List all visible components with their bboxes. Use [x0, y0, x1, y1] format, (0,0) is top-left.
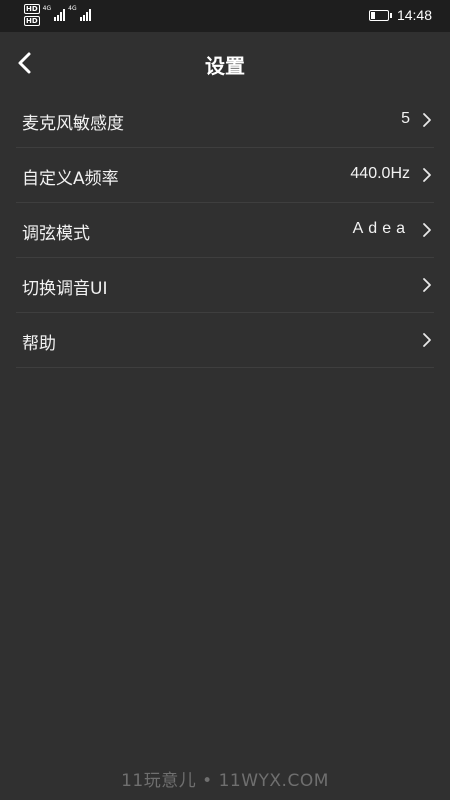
settings-item-mic-sensitivity[interactable]: 麦克风敏感度 5	[16, 93, 434, 148]
network-type-1: 4G	[42, 5, 52, 12]
status-time: 14:48	[396, 7, 432, 23]
signal-indicators: HD HD 4G 4G	[24, 4, 91, 26]
settings-item-label: 帮助	[22, 334, 56, 354]
chevron-right-icon	[423, 168, 431, 182]
settings-item-tuning-mode[interactable]: 调弦模式 Adea	[16, 203, 434, 258]
battery-level	[370, 11, 376, 19]
hd-badge-2: HD	[24, 16, 40, 26]
settings-item-label: 麦克风敏感度	[22, 114, 124, 134]
signal-icon-2	[79, 8, 91, 21]
watermark: 11玩意儿 • 11WYX.COM	[121, 771, 329, 791]
app-header: 设置	[0, 32, 450, 94]
chevron-right-icon	[423, 113, 431, 127]
battery-icon	[368, 9, 392, 21]
chevron-right-icon	[423, 333, 431, 347]
network-type-2: 4G	[68, 5, 77, 12]
signal-icon	[54, 8, 66, 21]
settings-item-switch-tuner-ui[interactable]: 切换调音UI	[16, 258, 434, 313]
settings-list: 麦克风敏感度 5 自定义A频率 440.0Hz 调弦模式 Adea 切换调音UI…	[16, 93, 434, 368]
settings-item-label: 自定义A频率	[22, 169, 119, 189]
chevron-right-icon	[423, 223, 431, 237]
settings-item-label: 调弦模式	[22, 224, 90, 244]
settings-item-value: 440.0Hz	[350, 165, 410, 182]
settings-item-value: Adea	[352, 220, 410, 237]
chevron-right-icon	[423, 278, 431, 292]
hd-badge-1: HD	[24, 4, 40, 14]
page-title: 设置	[205, 54, 245, 78]
settings-item-help[interactable]: 帮助	[16, 313, 434, 368]
settings-item-label: 切换调音UI	[22, 279, 108, 299]
status-bar: HD HD 4G 4G 14:48	[0, 0, 450, 32]
settings-item-value: 5	[401, 110, 410, 127]
settings-item-custom-a-frequency[interactable]: 自定义A频率 440.0Hz	[16, 148, 434, 203]
